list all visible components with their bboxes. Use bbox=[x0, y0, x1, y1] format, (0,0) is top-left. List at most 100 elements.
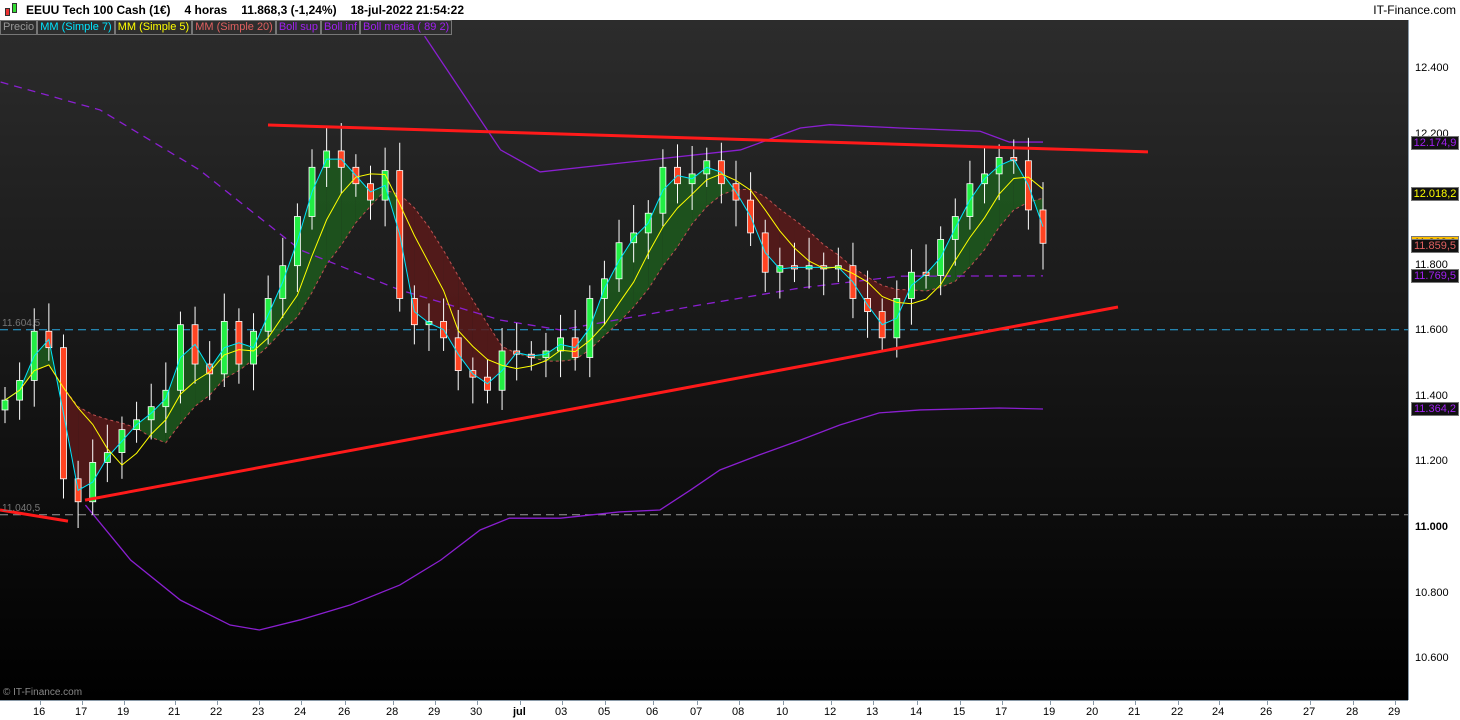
price-badge: 11.859,5 bbox=[1411, 239, 1459, 254]
date-tick-label: 30 bbox=[470, 706, 483, 718]
price-tick-label: 11.400 bbox=[1415, 389, 1448, 402]
date-tick bbox=[783, 701, 784, 705]
date-tick-label: 14 bbox=[910, 706, 923, 718]
ma-cloud bbox=[326, 159, 342, 265]
ma-cloud bbox=[677, 175, 693, 247]
date-tick-label: 15 bbox=[953, 706, 966, 718]
date-tick-label: 26 bbox=[1260, 706, 1273, 718]
legend-item[interactable]: Boll sup bbox=[275, 20, 321, 35]
copyright: © IT-Finance.com bbox=[3, 687, 83, 698]
legend-item[interactable]: Boll media ( 89 2) bbox=[360, 20, 453, 35]
date-tick bbox=[1135, 701, 1136, 705]
date-tick-label: 29 bbox=[1388, 706, 1401, 718]
date-tick bbox=[1093, 701, 1094, 705]
date-tick bbox=[1353, 701, 1354, 705]
boll-inf-line bbox=[84, 407, 1044, 631]
date-tick-label: 21 bbox=[1128, 706, 1141, 718]
date-tick bbox=[259, 701, 260, 705]
date-tick-label: 17 bbox=[75, 706, 88, 718]
legend-item[interactable]: Precio bbox=[0, 20, 38, 35]
date-tick bbox=[175, 701, 176, 705]
time-axis[interactable]: 16 17 19 21 22 23 24 26 28 29 30 jul 03 05 06 07 08 10 12 1… bbox=[0, 700, 1408, 720]
date-tick bbox=[477, 701, 478, 705]
date-tick bbox=[520, 701, 521, 705]
date-tick-label: 10 bbox=[776, 706, 789, 718]
date-tick-label: 17 bbox=[995, 706, 1008, 718]
price-badge: 11.769,5 bbox=[1411, 268, 1459, 283]
ma-cloud bbox=[823, 244, 839, 268]
last-price: 11.868,3 (-1,24%) bbox=[241, 3, 337, 17]
date-tick-label: 07 bbox=[690, 706, 703, 718]
date-tick bbox=[739, 701, 740, 705]
date-tick-label: jul bbox=[513, 706, 526, 718]
date-tick bbox=[1219, 701, 1220, 705]
date-tick bbox=[605, 701, 606, 705]
date-tick bbox=[917, 701, 918, 705]
date-tick-label: 16 bbox=[33, 706, 46, 718]
candlestick-icon bbox=[4, 2, 20, 18]
candle-body bbox=[1, 399, 9, 411]
date-tick bbox=[1267, 701, 1268, 705]
price-badge: 11.364,2 bbox=[1411, 401, 1459, 416]
price-tick-label: 11.000 bbox=[1415, 521, 1449, 533]
date-tick-label: 29 bbox=[428, 706, 441, 718]
date-tick bbox=[697, 701, 698, 705]
date-tick-label: 27 bbox=[1303, 706, 1316, 718]
boll-sup-line bbox=[424, 35, 1043, 173]
date-tick-label: 22 bbox=[210, 706, 223, 718]
header-bar: EEUU Tech 100 Cash (1€) 4 horas 11.868,3… bbox=[0, 0, 1460, 20]
price-badge: 12.174,9 bbox=[1411, 135, 1459, 150]
chart-plot-area[interactable]: © IT-Finance.com 11.604,5 11.040,5 bbox=[0, 20, 1408, 700]
legend-item[interactable]: MM (Simple 20) bbox=[192, 20, 276, 35]
date-tick bbox=[1310, 701, 1311, 705]
price-tick-label: 12.400 bbox=[1415, 61, 1449, 74]
hline-label: 11.604,5 bbox=[2, 317, 41, 329]
chart-svg bbox=[0, 35, 1408, 631]
date-tick-label: 03 bbox=[555, 706, 568, 718]
datetime: 18-jul-2022 21:54:22 bbox=[350, 3, 464, 17]
ma-cloud bbox=[794, 219, 810, 268]
price-badge: 12.018,2 bbox=[1411, 187, 1459, 202]
date-tick bbox=[831, 701, 832, 705]
price-axis[interactable]: 12.400 12.200 11.800 11.600 11.400 11.200 11.0… bbox=[1408, 20, 1460, 700]
date-tick bbox=[873, 701, 874, 705]
date-tick bbox=[82, 701, 83, 705]
date-tick bbox=[217, 701, 218, 705]
date-tick-label: 19 bbox=[1043, 706, 1056, 718]
date-tick-label: 12 bbox=[824, 706, 837, 718]
date-tick bbox=[653, 701, 654, 705]
date-tick bbox=[562, 701, 563, 705]
brand: IT-Finance.com bbox=[1373, 3, 1456, 17]
date-tick bbox=[1395, 701, 1396, 705]
date-tick bbox=[435, 701, 436, 705]
date-tick-label: 06 bbox=[646, 706, 659, 718]
date-tick bbox=[1050, 701, 1051, 705]
date-tick-label: 22 bbox=[1171, 706, 1184, 718]
price-tick-label: 11.600 bbox=[1415, 324, 1448, 337]
interval: 4 horas bbox=[184, 3, 228, 17]
date-tick bbox=[345, 701, 346, 705]
date-tick-label: 13 bbox=[866, 706, 879, 718]
ma-cloud bbox=[428, 227, 444, 330]
date-tick bbox=[1002, 701, 1003, 705]
date-tick bbox=[960, 701, 961, 705]
date-tick-label: 28 bbox=[1346, 706, 1359, 718]
legend-item[interactable]: Boll inf bbox=[320, 20, 361, 35]
date-tick bbox=[1178, 701, 1179, 705]
date-tick-label: 20 bbox=[1086, 706, 1099, 718]
price-tick-label: 11.200 bbox=[1415, 455, 1448, 468]
date-tick-label: 08 bbox=[732, 706, 745, 718]
instrument-title: EEUU Tech 100 Cash (1€) bbox=[26, 3, 171, 17]
date-tick bbox=[301, 701, 302, 705]
date-tick-label: 24 bbox=[294, 706, 307, 718]
date-tick bbox=[124, 701, 125, 705]
date-tick bbox=[40, 701, 41, 705]
date-tick-label: 05 bbox=[598, 706, 611, 718]
date-tick bbox=[393, 701, 394, 705]
legend-item[interactable]: MM (Simple 7) bbox=[37, 20, 115, 35]
hline-label: 11.040,5 bbox=[2, 502, 41, 514]
legend: Precio MM (Simple 7) MM (Simple 5) MM (Simp… bbox=[0, 20, 453, 35]
price-tick-label: 10.600 bbox=[1415, 652, 1449, 665]
legend-item[interactable]: MM (Simple 5) bbox=[114, 20, 193, 35]
date-tick-label: 26 bbox=[338, 706, 351, 718]
